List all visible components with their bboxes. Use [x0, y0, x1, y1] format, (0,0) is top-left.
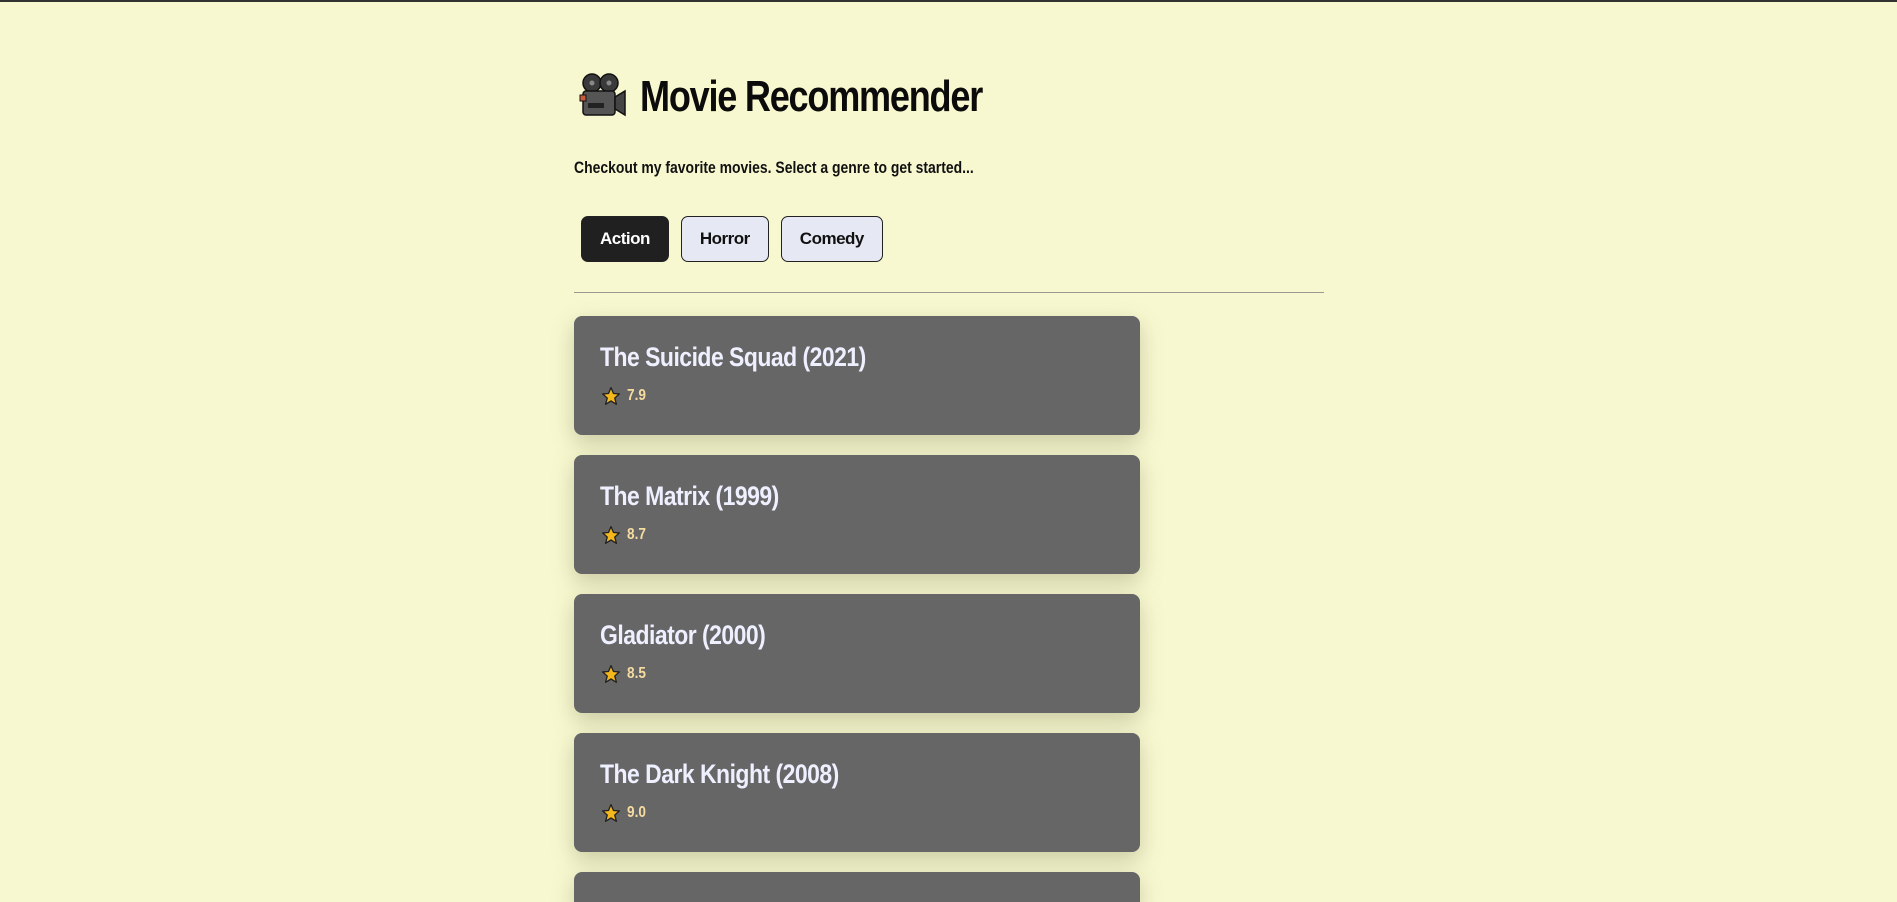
divider — [574, 292, 1324, 293]
star-icon — [602, 665, 620, 683]
star-icon — [602, 387, 620, 405]
movie-rating: 9.0 — [601, 803, 649, 823]
page-title: Movie Recommender — [640, 72, 983, 121]
movie-title: Gladiator (2000) — [600, 620, 766, 650]
movie-rating: 8.5 — [601, 664, 649, 684]
rating-value: 9.0 — [627, 804, 646, 821]
movie-title: The Dark Knight (2008) — [600, 759, 839, 789]
movie-title: The Matrix (1999) — [600, 481, 779, 511]
movie-card[interactable]: The Matrix (1999) 8.7 — [574, 455, 1140, 574]
header: Movie Recommender — [578, 72, 1057, 122]
genre-selector: Action Horror Comedy — [581, 216, 883, 262]
movie-camera-icon — [579, 73, 626, 117]
movie-card[interactable]: The Suicide Squad (2021) 7.9 — [574, 316, 1140, 435]
page-subtitle: Checkout my favorite movies. Select a ge… — [574, 158, 974, 177]
movie-card[interactable]: The Dark Knight (2008) 9.0 — [574, 733, 1140, 852]
movie-card[interactable]: Gladiator (2000) 8.5 — [574, 594, 1140, 713]
genre-button-comedy[interactable]: Comedy — [780, 216, 883, 262]
rating-value: 8.7 — [627, 526, 646, 543]
genre-button-action[interactable]: Action — [581, 216, 669, 262]
genre-button-horror[interactable]: Horror — [680, 216, 769, 262]
star-icon — [602, 526, 620, 544]
movie-rating: 7.9 — [601, 386, 649, 406]
movie-rating: 8.7 — [601, 525, 649, 545]
star-icon — [602, 804, 620, 822]
rating-value: 7.9 — [627, 387, 646, 404]
movie-card[interactable] — [574, 872, 1140, 902]
movie-title: The Suicide Squad (2021) — [600, 342, 866, 372]
rating-value: 8.5 — [627, 665, 646, 682]
